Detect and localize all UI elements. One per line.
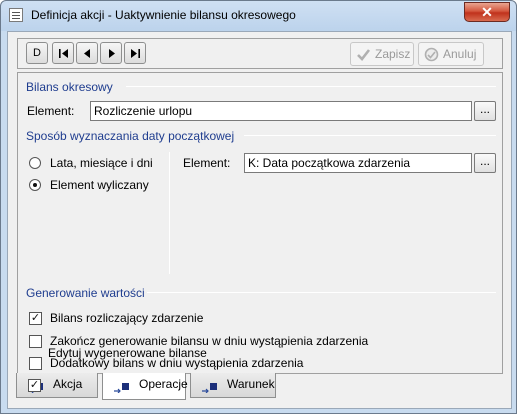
save-button-label: Zapisz [375, 47, 411, 61]
radio-calculated-element[interactable] [29, 179, 41, 191]
tab-operacje[interactable]: Operacje [102, 373, 188, 400]
radio-years-months-days-label[interactable]: Lata, miesiące i dni [50, 156, 153, 170]
checkbox-additional-balance[interactable] [29, 357, 42, 370]
tab-operacje-label: Operacje [139, 377, 188, 391]
previous-icon [84, 49, 90, 58]
save-button[interactable]: Zapisz [350, 42, 414, 66]
start-date-element-field[interactable]: K: Data początkowa zdarzenia [244, 153, 472, 173]
start-date-group-title: Sposób wyznaczania daty początkowej [26, 129, 235, 143]
last-icon [131, 49, 140, 58]
checkmark-icon [357, 49, 371, 61]
bilans-element-field[interactable]: Rozliczenie urlopu [90, 101, 472, 121]
operations-panel: Bilans okresowy Element: Rozliczenie url… [17, 72, 503, 374]
new-record-button[interactable]: D [26, 42, 48, 64]
tab-warunek[interactable]: Warunek [190, 373, 276, 398]
radio-years-months-days[interactable] [29, 157, 41, 169]
bottom-tab-bar: Akcja Operacje Warunek [16, 373, 502, 403]
checkbox-settlement-balance-label[interactable]: Bilans rozliczający zdarzenie [50, 311, 203, 325]
generation-group-title: Generowanie wartości [26, 286, 145, 300]
checkbox-edit-generated[interactable]: ✓ [28, 379, 41, 392]
window-title: Definicja akcji - Uaktywnienie bilansu o… [31, 8, 296, 22]
start-date-group-divider [244, 135, 496, 136]
generation-group-divider [147, 292, 496, 293]
bilans-group-divider [126, 86, 496, 87]
tab-warunek-label: Warunek [227, 377, 275, 391]
close-button[interactable]: ✕ [464, 2, 510, 22]
checkbox-settlement-balance[interactable]: ✓ [29, 312, 42, 325]
next-record-button[interactable] [100, 42, 122, 64]
document-icon [9, 8, 23, 22]
arrow-box-icon [114, 383, 129, 393]
bilans-browse-button[interactable]: ... [474, 101, 496, 121]
start-date-element-label: Element: [183, 156, 231, 170]
last-record-button[interactable] [124, 42, 146, 64]
start-date-browse-button[interactable]: ... [474, 153, 496, 173]
checkbox-edit-generated-label[interactable]: Edytuj wygenerowane bilanse [48, 346, 207, 360]
first-icon [59, 49, 68, 58]
start-date-separator [169, 152, 170, 274]
bilans-element-label: Element: [27, 104, 75, 118]
toolbar: D Zapisz Anuluj [17, 38, 503, 69]
cancel-button[interactable]: Anuluj [418, 42, 484, 66]
cancel-button-label: Anuluj [443, 47, 477, 61]
tab-akcja-label: Akcja [53, 377, 83, 391]
bilans-group-title: Bilans okresowy [26, 80, 113, 94]
arrow-box-icon [202, 383, 217, 393]
radio-calculated-element-label[interactable]: Element wyliczany [50, 178, 149, 192]
checkbox-stop-generation[interactable] [29, 335, 42, 348]
next-icon [109, 49, 115, 58]
cancel-icon [424, 47, 439, 62]
title-bar[interactable]: Definicja akcji - Uaktywnienie bilansu o… [1, 1, 516, 29]
previous-record-button[interactable] [76, 42, 98, 64]
first-record-button[interactable] [52, 42, 74, 64]
